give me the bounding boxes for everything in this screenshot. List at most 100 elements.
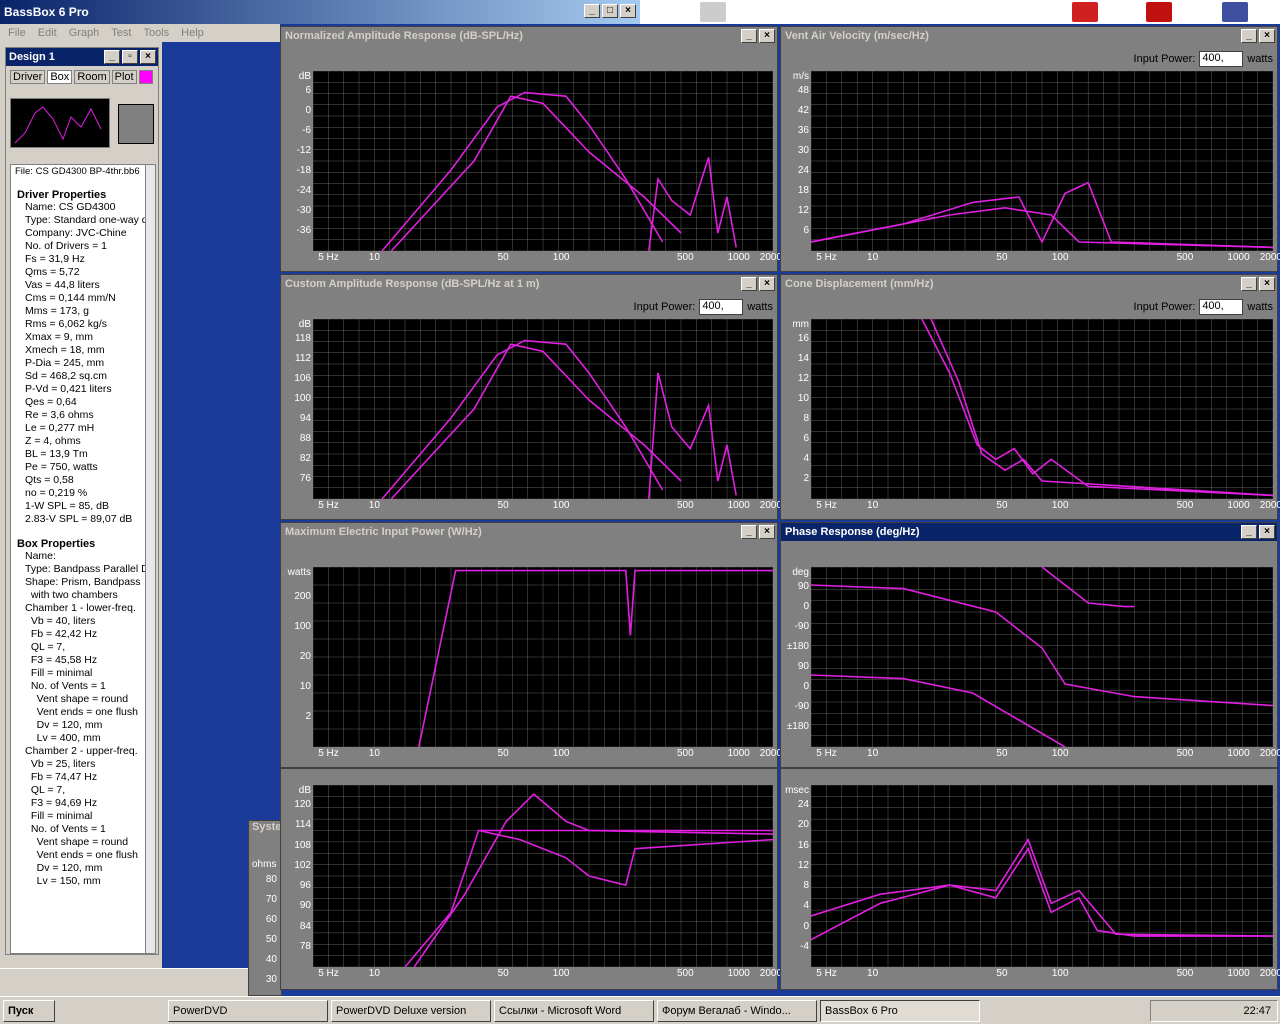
close-icon[interactable]: ×: [1259, 525, 1275, 539]
menu-test[interactable]: Test: [111, 27, 131, 39]
plot-thumbnail[interactable]: [10, 98, 110, 148]
response-curve: [381, 339, 664, 500]
box-property: Chamber 1 - lower-freq.: [25, 602, 136, 614]
driver-property: Mms = 173, g: [25, 305, 89, 317]
response-curve: [648, 372, 737, 500]
graph-panel-3: Custom Amplitude Response (dB-SPL/Hz at …: [280, 274, 782, 520]
box-property: Type: Bandpass Parallel D: [25, 563, 149, 575]
taskbar-item[interactable]: Форум Вегалаб - Windo...: [657, 999, 817, 1022]
close-icon[interactable]: ×: [1259, 29, 1275, 43]
plot-color-swatch[interactable]: [138, 70, 153, 84]
box-property: Vb = 40, liters: [25, 615, 96, 627]
taskbar-item[interactable]: BassBox 6 Pro: [820, 999, 980, 1022]
taskbar-item[interactable]: PowerDVD: [168, 999, 328, 1022]
properties-scrollbar[interactable]: [145, 165, 155, 953]
plot-area[interactable]: [810, 318, 1274, 500]
graph-title: Cone Displacement (mm/Hz): [785, 278, 934, 290]
y-tick-label: -6: [302, 125, 311, 136]
winrar-icon[interactable]: [1222, 2, 1248, 22]
x-tick-label: 2000: [759, 252, 783, 263]
maximize-icon[interactable]: □: [602, 4, 618, 18]
plot-area[interactable]: [810, 784, 1274, 968]
x-tick-label: 50: [497, 968, 509, 979]
restore-icon[interactable]: ▫: [122, 50, 138, 64]
y-tick-label: 20: [797, 819, 809, 831]
minimize-icon[interactable]: _: [1241, 277, 1257, 291]
driver-property: Name: CS GD4300: [25, 201, 116, 213]
x-tick-label: 10: [867, 252, 879, 263]
system-y-tick: 80: [265, 874, 277, 885]
graph-panel-2: Vent Air Velocity (m/sec/Hz) _ × Input Powe…: [780, 26, 1280, 272]
plot-area[interactable]: [312, 784, 774, 968]
close-icon[interactable]: ×: [759, 277, 775, 291]
x-tick-label: 5 Hz: [318, 500, 339, 511]
minimize-icon[interactable]: _: [104, 50, 120, 64]
response-curve: [413, 793, 774, 968]
menu-file[interactable]: File: [8, 27, 26, 39]
taskbar-item[interactable]: Ссылки - Microsoft Word: [494, 999, 654, 1022]
minimize-icon[interactable]: _: [584, 4, 600, 18]
dvd-icon[interactable]: [700, 2, 726, 22]
plot-svg: [810, 784, 1274, 968]
minimize-icon[interactable]: _: [1241, 525, 1257, 539]
y-tick-label: 114: [295, 819, 311, 831]
x-tick-label: 1000: [1227, 748, 1250, 759]
graph-panel-4: Cone Displacement (mm/Hz) _ × Input Power: 4…: [780, 274, 1280, 520]
box-property: No. of Vents = 1: [25, 823, 106, 835]
x-tick-label: 5 Hz: [816, 252, 837, 263]
close-icon[interactable]: ×: [140, 50, 156, 64]
x-tick-label: 50: [996, 500, 1008, 511]
x-tick-label: 1000: [727, 748, 750, 759]
pdf-icon[interactable]: [1072, 2, 1098, 22]
minimize-icon[interactable]: _: [741, 29, 757, 43]
x-tick-label: 100: [1051, 748, 1069, 759]
tab-driver[interactable]: Driver: [10, 70, 46, 84]
x-tick-label: 500: [677, 500, 694, 511]
x-tick-label: 10: [368, 500, 380, 511]
graph-title: Normalized Amplitude Response (dB-SPL/Hz…: [285, 30, 523, 42]
plot-area[interactable]: [312, 318, 774, 500]
box-property: Chamber 2 - upper-freq.: [25, 745, 138, 757]
plot-svg: [312, 784, 774, 968]
close-icon[interactable]: ×: [620, 4, 636, 18]
app-title-bar: BassBox 6 Pro _ □ ×: [0, 0, 640, 24]
start-button[interactable]: Пуск: [3, 999, 55, 1022]
box-property: QL = 7,: [25, 784, 66, 796]
tab-room[interactable]: Room: [74, 70, 110, 84]
plot-area[interactable]: [810, 70, 1274, 252]
menu-edit[interactable]: Edit: [38, 27, 57, 39]
y-tick-label: ±180: [786, 721, 809, 732]
minimize-icon[interactable]: _: [741, 277, 757, 291]
input-power-field[interactable]: 400,: [1199, 299, 1244, 315]
menu-help[interactable]: Help: [181, 27, 204, 39]
system-tray: 22:47: [1150, 1000, 1278, 1022]
input-power-field[interactable]: 400,: [699, 299, 744, 315]
x-tick-label: 100: [552, 968, 570, 979]
plot-area[interactable]: [810, 566, 1274, 748]
tab-plot[interactable]: Plot: [111, 70, 137, 84]
design-window: Design 1 _ ▫ × Driver Box Room Plot File: C…: [5, 47, 159, 955]
menu-tools[interactable]: Tools: [143, 27, 169, 39]
minimize-icon[interactable]: _: [1241, 29, 1257, 43]
close-icon[interactable]: ×: [759, 525, 775, 539]
x-tick-label: 1000: [727, 968, 750, 979]
box-property: QL = 7,: [25, 641, 66, 653]
plot-area[interactable]: [312, 566, 774, 748]
x-tick-label: 5 Hz: [318, 968, 339, 979]
box-schematic-icon[interactable]: [118, 104, 154, 144]
minimize-icon[interactable]: _: [741, 525, 757, 539]
close-icon[interactable]: ×: [759, 29, 775, 43]
menu-graph[interactable]: Graph: [69, 27, 100, 39]
graph-title-bar: Maximum Electric Input Power (W/Hz) _ ×: [281, 523, 777, 541]
plot-area[interactable]: [312, 70, 774, 252]
y-tick-label: 102: [294, 859, 311, 871]
close-icon[interactable]: ×: [1259, 277, 1275, 291]
tab-box[interactable]: Box: [47, 70, 73, 84]
driver-property: No. of Drivers = 1: [25, 240, 107, 252]
y-tick-label: 24: [797, 165, 809, 176]
taskbar-item[interactable]: PowerDVD Deluxe version: [331, 999, 491, 1022]
driver-property: Xmax = 9, mm: [25, 331, 93, 343]
y-tick-label: 18: [797, 185, 809, 196]
input-power-field[interactable]: 400,: [1199, 51, 1244, 67]
acrobat-icon[interactable]: [1146, 2, 1172, 22]
